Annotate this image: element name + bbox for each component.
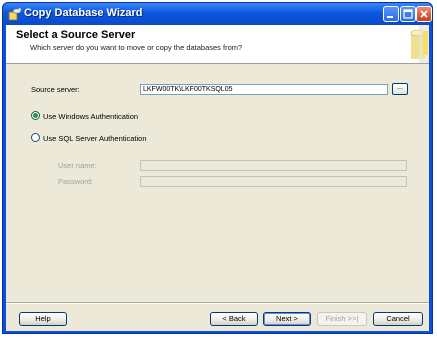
maximize-icon <box>403 9 413 19</box>
browse-server-button[interactable]: ... <box>392 83 408 95</box>
source-server-input[interactable]: LKFW00TK\LKF00TKSQL05 <box>140 84 388 95</box>
username-input[interactable] <box>140 160 407 171</box>
wizard-body: Select a Source Server Which server do y… <box>6 25 429 331</box>
wizard-header: Select a Source Server Which server do y… <box>6 25 429 64</box>
finish-button[interactable]: Finish >>| <box>317 312 367 326</box>
windows-auth-label[interactable]: Use Windows Authentication <box>43 112 138 121</box>
help-button[interactable]: Help <box>19 312 67 326</box>
title-bar[interactable]: Copy Database Wizard <box>3 3 432 25</box>
window-title: Copy Database Wizard <box>24 7 143 19</box>
next-button[interactable]: Next > <box>263 312 311 326</box>
footer-divider <box>6 302 429 304</box>
back-button[interactable]: < Back <box>210 312 258 326</box>
sql-auth-radio[interactable] <box>31 133 40 142</box>
password-input[interactable] <box>140 176 407 187</box>
maximize-button[interactable] <box>400 6 416 22</box>
wizard-window: Copy Database Wizard Select a Source Ser… <box>2 2 433 334</box>
minimize-icon <box>387 16 393 18</box>
radio-selected-dot <box>33 113 38 118</box>
minimize-button[interactable] <box>383 6 399 22</box>
username-label: User name: <box>58 161 97 170</box>
password-label: Password: <box>58 177 94 186</box>
page-title: Select a Source Server <box>16 29 136 41</box>
close-icon <box>420 10 428 18</box>
wizard-app-icon <box>8 7 22 21</box>
cancel-button[interactable]: Cancel <box>373 312 423 326</box>
close-button[interactable] <box>416 6 432 22</box>
source-server-label: Source server: <box>31 85 80 94</box>
windows-auth-radio[interactable] <box>31 111 40 120</box>
page-subtitle: Which server do you want to move or copy… <box>30 43 243 52</box>
database-graphic-icon <box>410 25 429 63</box>
sql-auth-label[interactable]: Use SQL Server Authentication <box>43 134 147 143</box>
